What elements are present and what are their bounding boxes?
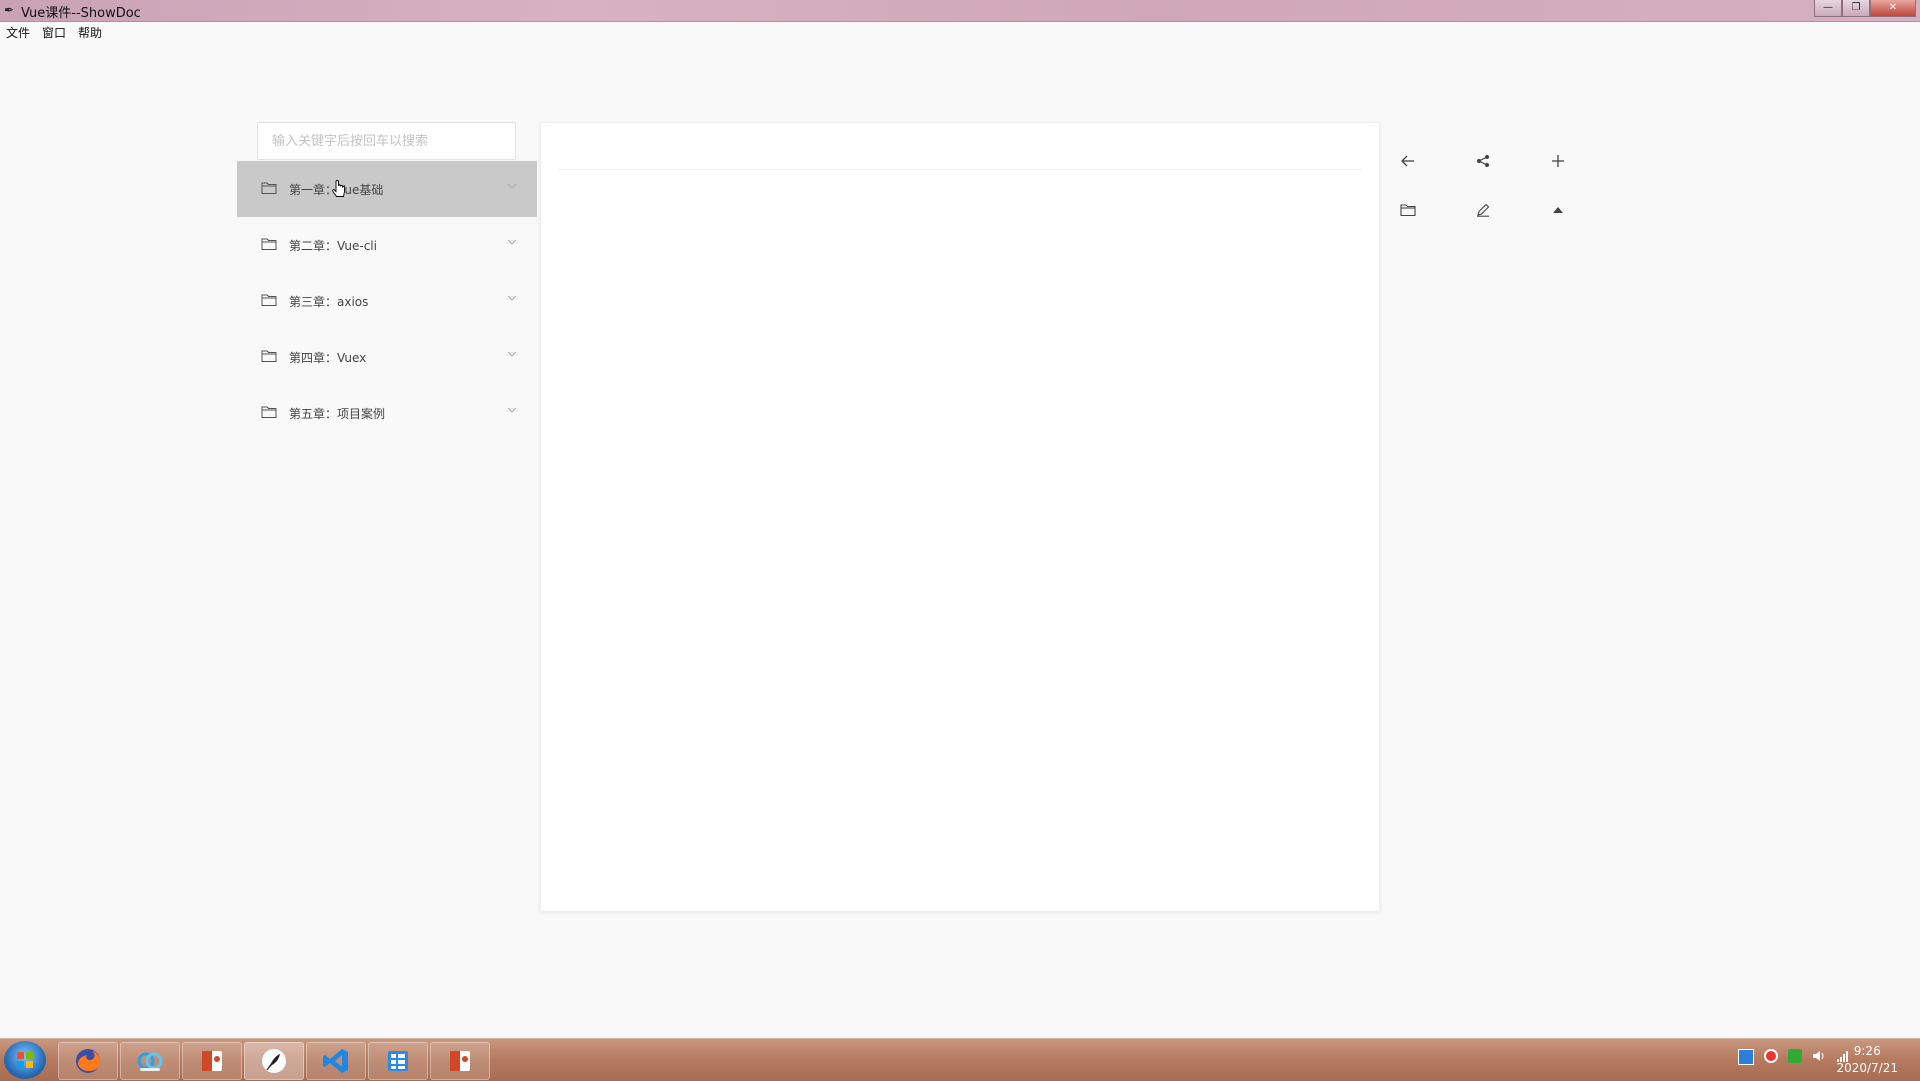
maximize-button[interactable]: ❐ xyxy=(1842,0,1870,17)
tree-item-chapter-1[interactable]: 第一章：Vue基础 xyxy=(237,161,537,217)
menu-help[interactable]: 帮助 xyxy=(72,23,108,43)
clock-time: 9:26 xyxy=(1853,1044,1881,1058)
system-tray xyxy=(1738,1049,1850,1065)
chevron-down-icon[interactable] xyxy=(507,181,517,191)
list-app-icon xyxy=(388,1051,408,1071)
tree-item-label: 第二章：Vue-cli xyxy=(289,238,377,253)
search-input[interactable] xyxy=(257,122,516,160)
powerpoint-icon xyxy=(202,1051,222,1071)
catalog-tree: 第一章：Vue基础 第二章：Vue-cli 第三章：axios 第四章：Vuex… xyxy=(237,161,537,441)
taskbar-vscode[interactable] xyxy=(306,1042,366,1080)
start-button[interactable] xyxy=(4,1041,46,1079)
share-button[interactable] xyxy=(1471,149,1495,173)
volume-icon[interactable] xyxy=(1812,1049,1826,1063)
powerpoint-icon xyxy=(450,1051,470,1071)
folder-icon xyxy=(261,294,277,306)
clock-date: 2020/7/21 xyxy=(1836,1061,1898,1075)
hand-cursor-icon xyxy=(332,180,345,197)
taskbar-clock[interactable]: 9:26 2020/7/21 xyxy=(1836,1043,1898,1077)
scroll-top-button[interactable] xyxy=(1546,198,1570,222)
chevron-down-icon[interactable] xyxy=(507,349,517,359)
taskbar-list-app[interactable] xyxy=(368,1042,428,1080)
tree-item-chapter-4[interactable]: 第四章：Vuex xyxy=(237,329,537,385)
menu-bar: 文件 窗口 帮助 xyxy=(0,22,1920,42)
tree-item-label: 第三章：axios xyxy=(289,294,369,309)
plus-icon xyxy=(1552,155,1564,167)
edit-button[interactable] xyxy=(1471,198,1495,222)
taskbar-powerpoint-2[interactable] xyxy=(430,1042,490,1080)
chevron-down-icon[interactable] xyxy=(507,405,517,415)
menu-window[interactable]: 窗口 xyxy=(36,23,72,43)
chevron-down-icon[interactable] xyxy=(507,237,517,247)
tree-item-label: 第四章：Vuex xyxy=(289,350,367,365)
folder-icon xyxy=(261,350,277,362)
window-controls: — ❐ ✕ xyxy=(1814,0,1916,18)
tree-item-label: 第五章：项目案例 xyxy=(289,406,386,421)
title-divider xyxy=(559,169,1361,170)
close-button[interactable]: ✕ xyxy=(1870,0,1916,17)
network-status-icon[interactable] xyxy=(1788,1049,1802,1063)
window-title: Vue课件--ShowDoc xyxy=(21,6,141,21)
tree-item-chapter-5[interactable]: 第五章：项目案例 xyxy=(237,385,537,441)
tray-app-icon[interactable] xyxy=(1738,1049,1754,1065)
tree-item-chapter-3[interactable]: 第三章：axios xyxy=(237,273,537,329)
edit-icon xyxy=(1477,203,1490,217)
catalog-button[interactable] xyxy=(1396,198,1420,222)
folder-icon xyxy=(261,238,277,250)
doc-content-card xyxy=(540,122,1380,912)
folder-icon xyxy=(1400,204,1416,216)
windows-taskbar: 9:26 2020/7/21 xyxy=(0,1038,1920,1081)
taskbar-baidu-netdisk[interactable] xyxy=(120,1042,180,1080)
taskbar-firefox[interactable] xyxy=(58,1042,118,1080)
windows-logo-icon xyxy=(17,1052,33,1068)
firefox-icon xyxy=(76,1049,101,1073)
menu-file[interactable]: 文件 xyxy=(0,23,36,43)
taskbar-powerpoint[interactable] xyxy=(182,1042,242,1080)
minimize-button[interactable]: — xyxy=(1814,0,1842,17)
taskbar-showdoc[interactable] xyxy=(244,1042,304,1080)
baidu-netdisk-icon xyxy=(137,1052,163,1071)
folder-icon xyxy=(261,406,277,418)
tree-item-chapter-2[interactable]: 第二章：Vue-cli xyxy=(237,217,537,273)
back-icon xyxy=(1401,155,1414,167)
add-page-button[interactable] xyxy=(1546,149,1570,173)
share-icon xyxy=(1477,155,1489,167)
caret-up-icon xyxy=(1553,207,1563,213)
feather-icon xyxy=(262,1049,286,1073)
chevron-down-icon[interactable] xyxy=(507,293,517,303)
window-titlebar: ✒ Vue课件--ShowDoc — ❐ ✕ xyxy=(0,0,1920,22)
app-feather-icon: ✒ xyxy=(4,3,15,17)
vscode-icon xyxy=(323,1049,348,1073)
folder-icon xyxy=(261,182,277,194)
back-button[interactable] xyxy=(1396,149,1420,173)
record-icon[interactable] xyxy=(1764,1049,1778,1063)
